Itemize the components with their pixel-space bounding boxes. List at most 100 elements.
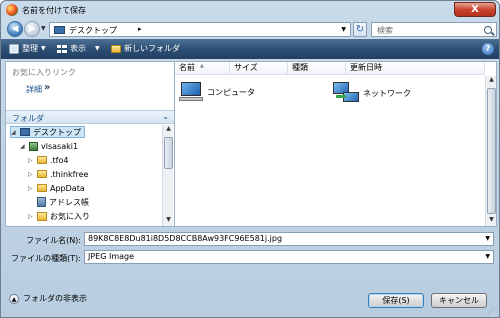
organize-icon [9, 44, 19, 53]
chevron-down-icon: ▼ [95, 45, 100, 52]
collapse-arrow-icon[interactable]: ◢ [11, 129, 17, 136]
window-title: 名前を付けて保存 [22, 6, 86, 15]
filetype-select[interactable]: JPEG Image ▼ [84, 250, 494, 264]
chevron-down-icon: ⌄ [162, 112, 169, 121]
address-location[interactable]: デスクトップ [69, 25, 117, 36]
forward-button[interactable]: ▶ [24, 21, 40, 37]
search-input[interactable]: 検索 [371, 22, 497, 37]
search-icon[interactable] [484, 26, 492, 34]
expand-arrow-icon[interactable]: ▷ [28, 157, 34, 164]
chevron-right-icon[interactable]: ▸ [138, 25, 142, 33]
tree-item-label: アドレス帳 [49, 197, 89, 207]
column-header-label: サイズ [234, 63, 258, 72]
sort-indicator-icon: ▲ [200, 63, 204, 69]
desktop-icon [54, 26, 65, 34]
back-button[interactable]: ◀ [7, 21, 23, 37]
navigation-pane: お気に入りリンク 詳細 » フォルダ ⌄ ◢ デスクトップ ◢ vlsasaki… [5, 61, 175, 227]
more-links-icon[interactable]: » [44, 82, 50, 93]
address-bar[interactable]: デスクトップ ▸ ▼ [49, 22, 351, 37]
tree-item-folder[interactable]: ▷ AppData [28, 182, 85, 194]
favorites-folder-icon [37, 211, 47, 221]
cancel-button[interactable]: キャンセル [431, 293, 487, 308]
tree-item-label: デスクトップ [33, 127, 81, 137]
view-icon [57, 44, 67, 53]
expand-arrow-icon[interactable]: ▷ [28, 185, 34, 192]
filetype-label: ファイルの種類(T): [11, 254, 81, 263]
view-label: 表示 [70, 44, 86, 53]
forward-arrow-icon: ▶ [28, 24, 36, 34]
organize-button[interactable]: 整理 ▼ [9, 43, 46, 54]
chevron-up-icon: ▲ [9, 293, 19, 304]
details-link[interactable]: 詳細 [26, 84, 42, 95]
save-as-dialog: 名前を付けて保存 X ◀ ▶ ▼ デスクトップ ▸ ▼ ↻ 検索 整理 ▼ 表示… [0, 0, 500, 318]
folders-toggle[interactable]: フォルダ ⌄ [6, 110, 174, 124]
resize-grip-icon[interactable]: ⋰ [487, 306, 495, 315]
search-placeholder: 検索 [377, 26, 393, 35]
chevron-down-icon[interactable]: ▼ [485, 251, 490, 263]
collapse-arrow-icon[interactable]: ◢ [20, 143, 26, 150]
new-folder-button[interactable]: 新しいフォルダ [111, 43, 180, 54]
recent-locations-dropdown[interactable]: ▼ [41, 25, 46, 32]
column-header-name[interactable]: 名前 ▲ [175, 62, 230, 75]
favorite-links-heading: お気に入りリンク [12, 68, 76, 77]
refresh-button[interactable]: ↻ [353, 22, 367, 37]
desktop-icon [20, 128, 30, 136]
app-icon [6, 4, 18, 16]
filename-field[interactable]: 89K8C8E8Du81i8D5D8CCB8Aw93FC96E581j.jpg … [84, 232, 494, 246]
column-header-type[interactable]: 種類 [288, 62, 346, 75]
scroll-down-icon[interactable]: ▼ [486, 216, 497, 226]
column-header-size[interactable]: サイズ [230, 62, 288, 75]
scrollbar-thumb[interactable] [487, 88, 496, 214]
folder-tree-scrollbar[interactable]: ▲ ▼ [162, 125, 173, 226]
folder-icon [37, 156, 47, 164]
file-list-scrollbar[interactable]: ▲ ▼ [485, 76, 496, 226]
hide-folders-label: フォルダの非表示 [23, 294, 87, 303]
new-folder-icon [111, 44, 121, 53]
expand-arrow-icon[interactable]: ▷ [28, 213, 34, 220]
list-item-computer[interactable]: コンピュータ [179, 82, 255, 102]
tree-item-label: .tfo4 [50, 155, 69, 165]
organize-label: 整理 [22, 44, 38, 53]
tree-item-user[interactable]: ◢ vlsasaki1 [20, 140, 78, 152]
folder-icon [37, 170, 47, 178]
help-icon[interactable]: ? [482, 43, 494, 55]
filename-value: 89K8C8E8Du81i8D5D8CCB8Aw93FC96E581j.jpg [88, 234, 283, 243]
close-button[interactable]: X [454, 2, 496, 17]
tree-item-favorites[interactable]: ▷ お気に入り [28, 210, 90, 222]
filetype-value: JPEG Image [88, 252, 135, 261]
chevron-down-icon[interactable]: ▼ [485, 233, 490, 245]
tree-item-address-book[interactable]: アドレス帳 [28, 196, 89, 208]
new-folder-label: 新しいフォルダ [124, 44, 180, 53]
expand-arrow-icon[interactable]: ▷ [28, 171, 34, 178]
tree-item-folder[interactable]: ▷ .tfo4 [28, 154, 68, 166]
save-button[interactable]: 保存(S) [368, 293, 424, 308]
scroll-down-icon[interactable]: ▼ [163, 216, 174, 226]
list-item-network[interactable]: ネットワーク [333, 82, 411, 104]
view-button[interactable]: 表示 ▼ [57, 43, 100, 54]
tree-item-desktop[interactable]: ◢ デスクトップ [10, 126, 85, 138]
tree-item-label: .thinkfree [50, 169, 89, 179]
list-item-label: コンピュータ [207, 87, 255, 97]
column-header-modified[interactable]: 更新日時 [346, 62, 485, 75]
address-book-icon [37, 197, 46, 207]
tree-item-label: vlsasaki1 [41, 141, 79, 151]
column-header-label: 更新日時 [350, 63, 382, 72]
tree-item-folder[interactable]: ▷ .thinkfree [28, 168, 88, 180]
network-icon [333, 82, 359, 104]
scrollbar-thumb[interactable] [164, 137, 173, 169]
hide-folders-button[interactable]: ▲ フォルダの非表示 [9, 293, 87, 304]
scroll-up-icon[interactable]: ▲ [486, 76, 497, 86]
folder-icon [37, 184, 47, 192]
address-dropdown-icon[interactable]: ▼ [341, 26, 346, 33]
command-bar: 整理 ▼ 表示 ▼ 新しいフォルダ ? [1, 39, 499, 59]
scroll-up-icon[interactable]: ▲ [163, 125, 174, 135]
chevron-down-icon: ▼ [41, 45, 46, 52]
file-list-pane: 名前 ▲ サイズ 種類 更新日時 コンピュータ ネットワーク ▲ ▼ [174, 61, 497, 227]
folders-label: フォルダ [12, 114, 44, 123]
column-header-label: 種類 [292, 63, 308, 72]
filename-label: ファイル名(N): [26, 236, 81, 245]
refresh-icon: ↻ [355, 24, 365, 35]
column-header-label: 名前 [179, 63, 195, 72]
tree-item-label: AppData [50, 183, 85, 193]
title-bar[interactable]: 名前を付けて保存 X [1, 1, 499, 19]
